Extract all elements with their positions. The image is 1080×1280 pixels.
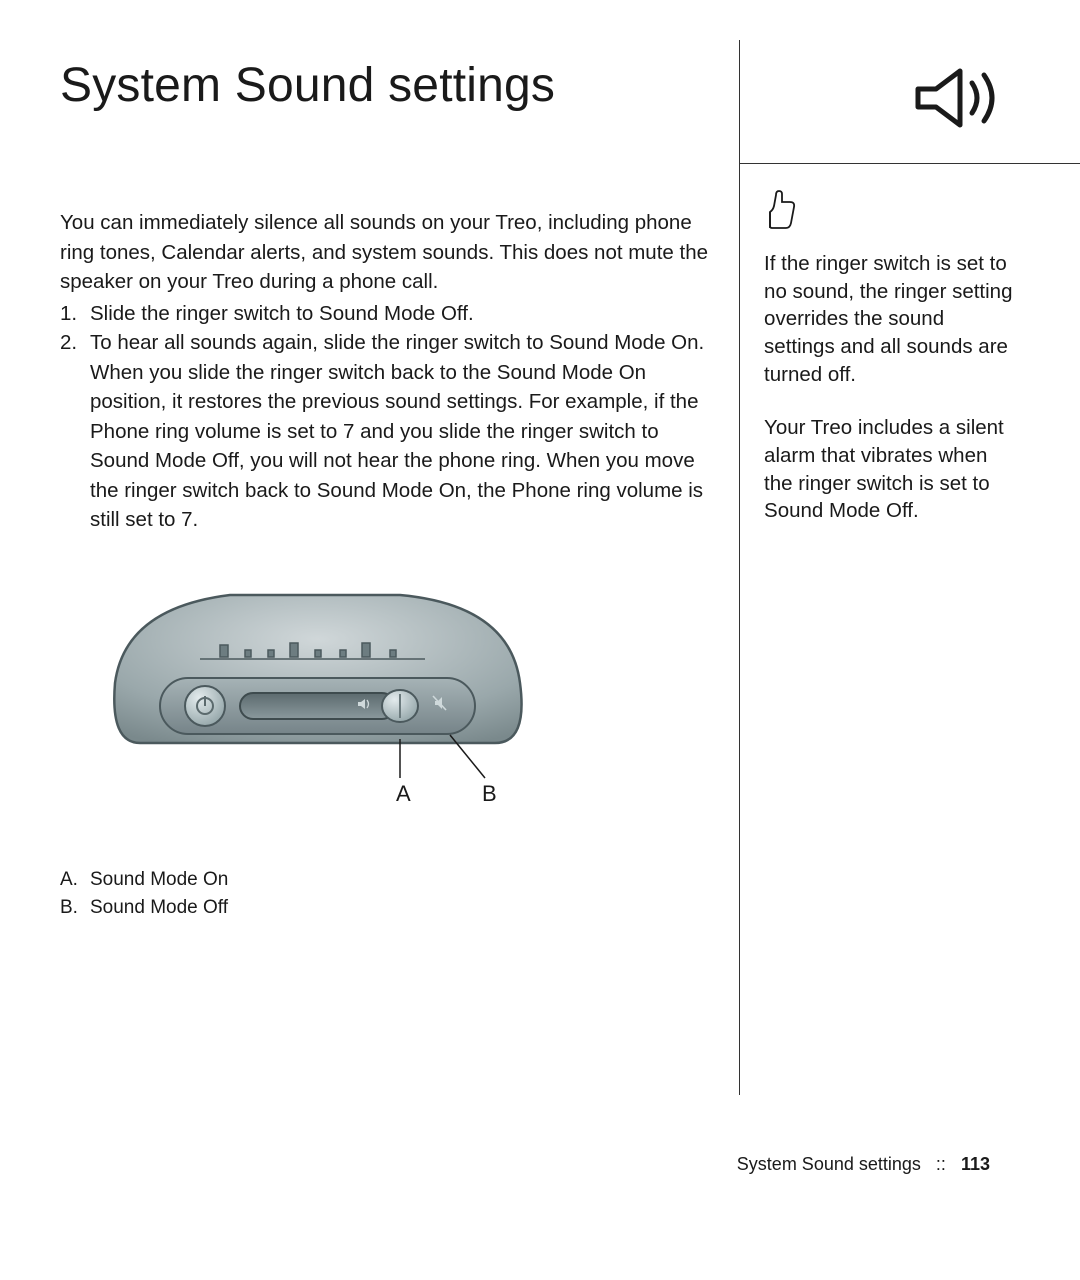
diagram-legend: A. Sound Mode On B. Sound Mode Off bbox=[60, 866, 709, 923]
sidebar-divider bbox=[740, 163, 1080, 164]
diagram-label-b: B bbox=[482, 781, 497, 806]
sidebar-column: If the ringer switch is set to no sound,… bbox=[739, 40, 1020, 1095]
legend-a-text: Sound Mode On bbox=[90, 866, 228, 895]
legend-b-text: Sound Mode Off bbox=[90, 894, 228, 923]
page-footer: System Sound settings :: 113 bbox=[737, 1154, 990, 1175]
legend-a-letter: A. bbox=[60, 866, 90, 895]
page-title: System Sound settings bbox=[60, 58, 709, 113]
legend-b-letter: B. bbox=[60, 894, 90, 923]
continuation-paragraph: When you slide the ringer switch back to… bbox=[60, 358, 709, 535]
footer-separator: :: bbox=[936, 1154, 946, 1174]
device-diagram: A B bbox=[100, 583, 709, 808]
step-2: To hear all sounds again, slide the ring… bbox=[60, 328, 709, 358]
footer-page-number: 113 bbox=[961, 1154, 990, 1174]
intro-paragraph: You can immediately silence all sounds o… bbox=[60, 208, 709, 297]
sidebar-tip-2: Your Treo includes a silent alarm that v… bbox=[764, 414, 1020, 525]
sidebar-tip-1: If the ringer switch is set to no sound,… bbox=[764, 250, 1020, 388]
diagram-label-a: A bbox=[396, 781, 411, 806]
steps-list: Slide the ringer switch to Sound Mode Of… bbox=[60, 299, 709, 358]
footer-section: System Sound settings bbox=[737, 1154, 921, 1174]
tip-icon bbox=[764, 190, 798, 230]
step-1: Slide the ringer switch to Sound Mode Of… bbox=[60, 299, 709, 329]
device-illustration: A B bbox=[100, 583, 540, 808]
main-column: System Sound settings You can immediatel… bbox=[60, 40, 719, 1095]
speaker-icon bbox=[910, 65, 1010, 137]
